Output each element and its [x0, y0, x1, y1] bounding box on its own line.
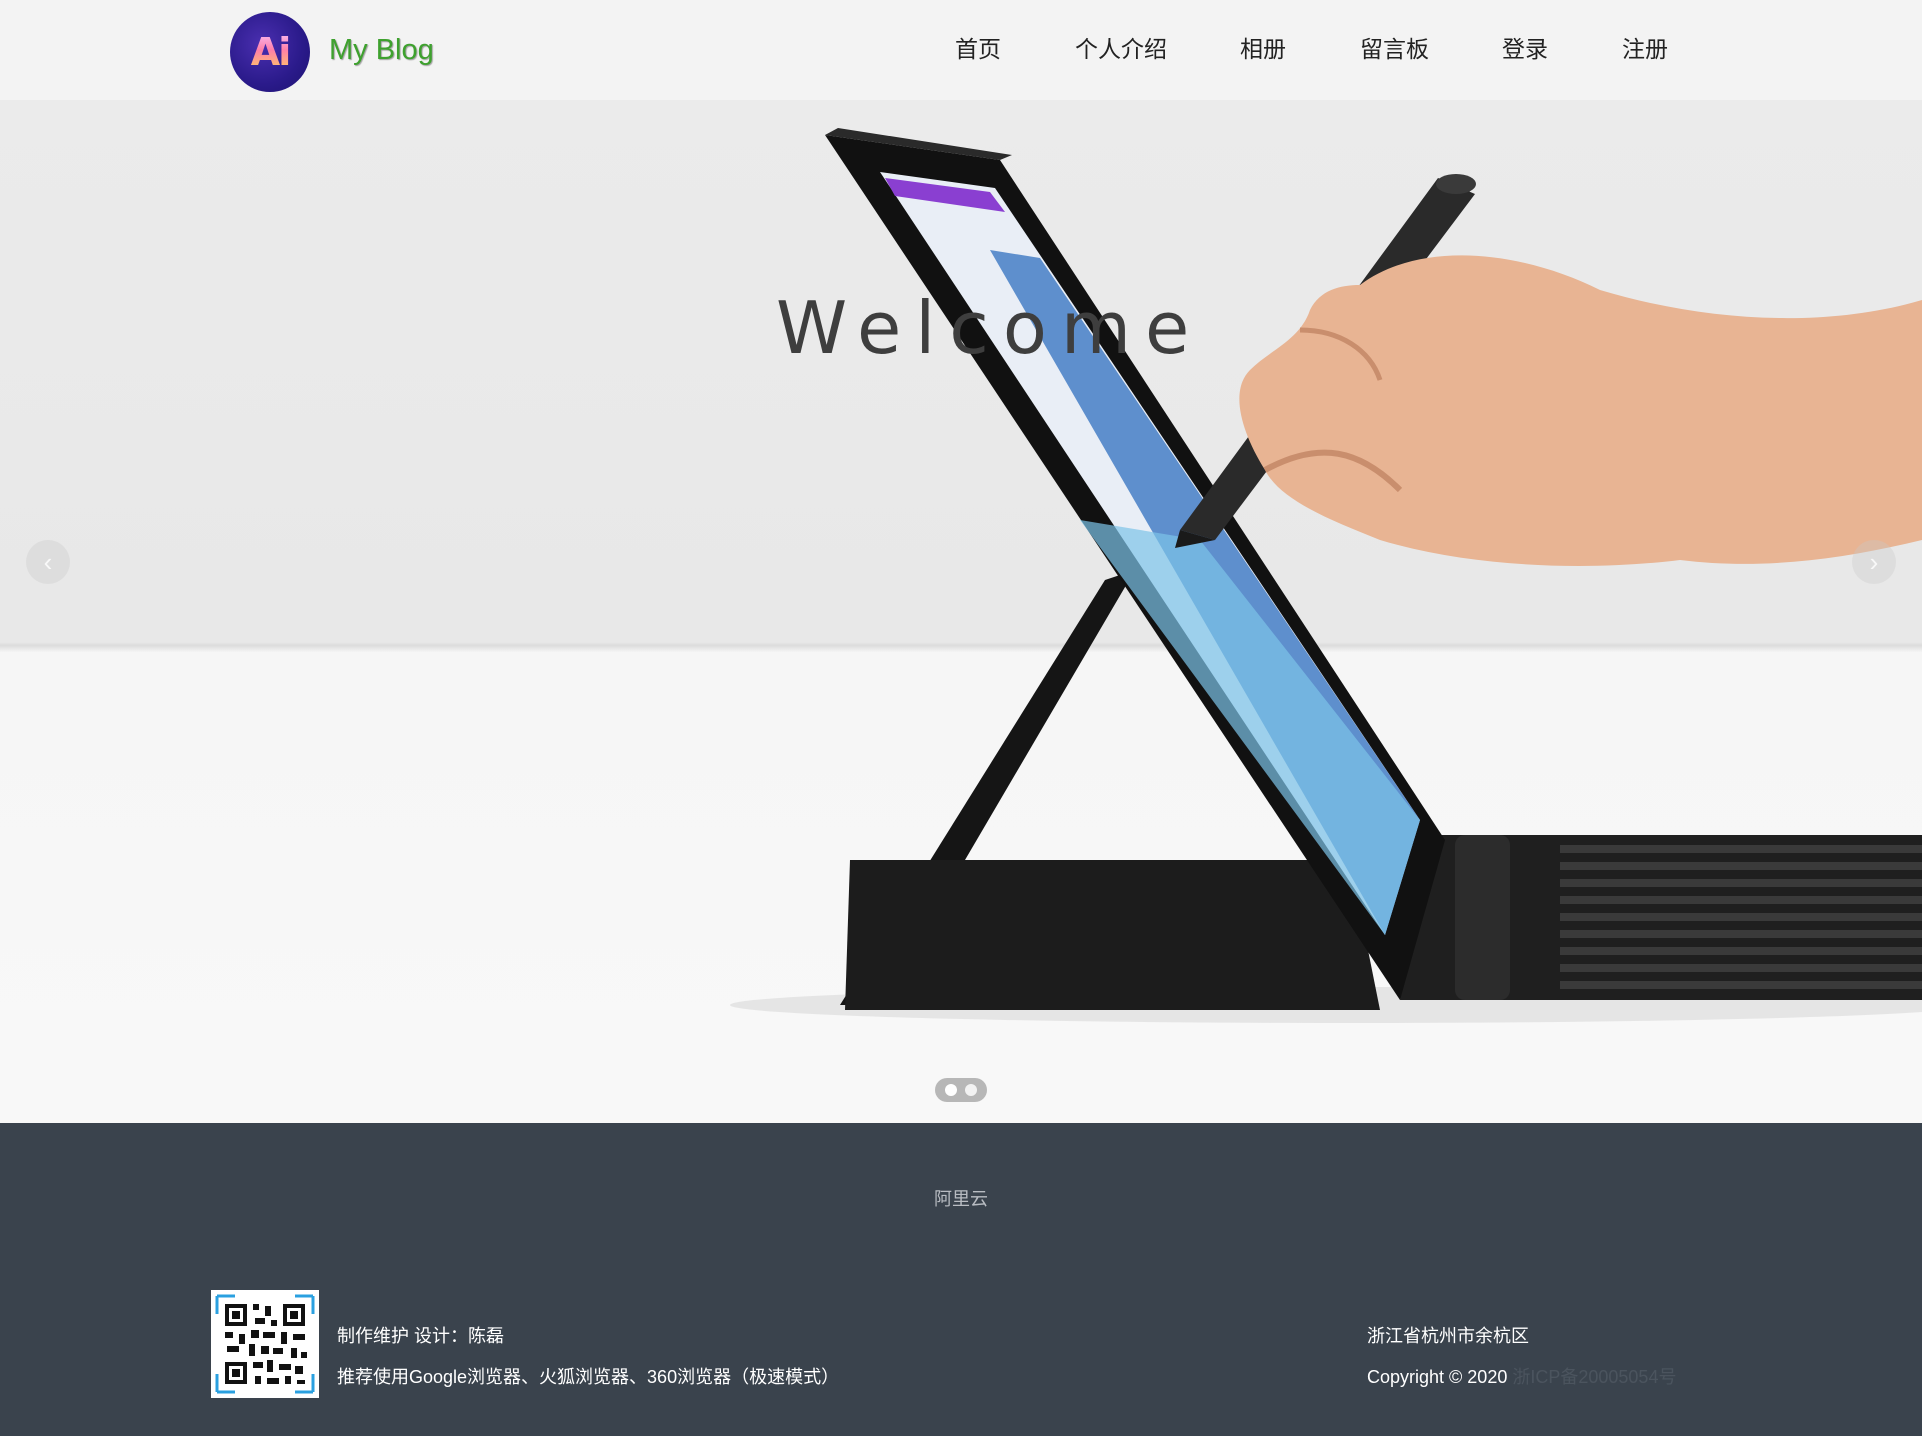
footer-browser-tip: 推荐使用Google浏览器、火狐浏览器、360浏览器（极速模式）: [337, 1367, 840, 1387]
main-nav: 首页 个人介绍 相册 留言板 登录 注册: [0, 30, 1922, 70]
nav-guestbook[interactable]: 留言板: [1360, 30, 1429, 64]
footer-maintainer: 制作维护 设计：陈磊: [337, 1326, 505, 1346]
nav-register[interactable]: 注册: [1622, 30, 1668, 64]
footer-copyright-line: Copyright © 2020 浙ICP备20005054号: [1367, 1363, 1676, 1389]
chevron-left-icon: ‹: [43, 546, 53, 577]
footer-copyright: Copyright © 2020: [1367, 1367, 1508, 1387]
footer-address: 浙江省杭州市余杭区: [1367, 1326, 1529, 1346]
site-footer: 阿里云 制作维护 设计：陈磊 推荐使用Google浏览器、火狐浏览器、360浏览…: [0, 1123, 1922, 1436]
footer-icp-link[interactable]: 浙ICP备20005054号: [1512, 1367, 1676, 1387]
carousel-next-button[interactable]: ›: [1852, 540, 1896, 584]
qr-code-image: [211, 1290, 319, 1398]
hero-welcome-title: Welcome: [776, 286, 1204, 370]
nav-login[interactable]: 登录: [1502, 30, 1548, 64]
nav-album[interactable]: 相册: [1240, 30, 1286, 64]
carousel-prev-button[interactable]: ‹: [26, 540, 70, 584]
hero-carousel[interactable]: Welcome ‹ ›: [0, 100, 1922, 1123]
hero-image: [730, 128, 1922, 1023]
site-header: Ai My Blog 首页 个人介绍 相册 留言板 登录 注册: [0, 0, 1922, 100]
chevron-right-icon: ›: [1869, 546, 1879, 577]
friend-link-aliyun[interactable]: 阿里云: [0, 1185, 1922, 1211]
nav-home[interactable]: 首页: [955, 30, 1001, 64]
carousel-dot-2[interactable]: [965, 1084, 977, 1096]
carousel-dot-1[interactable]: [945, 1084, 957, 1096]
nav-about[interactable]: 个人介绍: [1075, 30, 1167, 64]
carousel-indicators: [935, 1078, 987, 1102]
